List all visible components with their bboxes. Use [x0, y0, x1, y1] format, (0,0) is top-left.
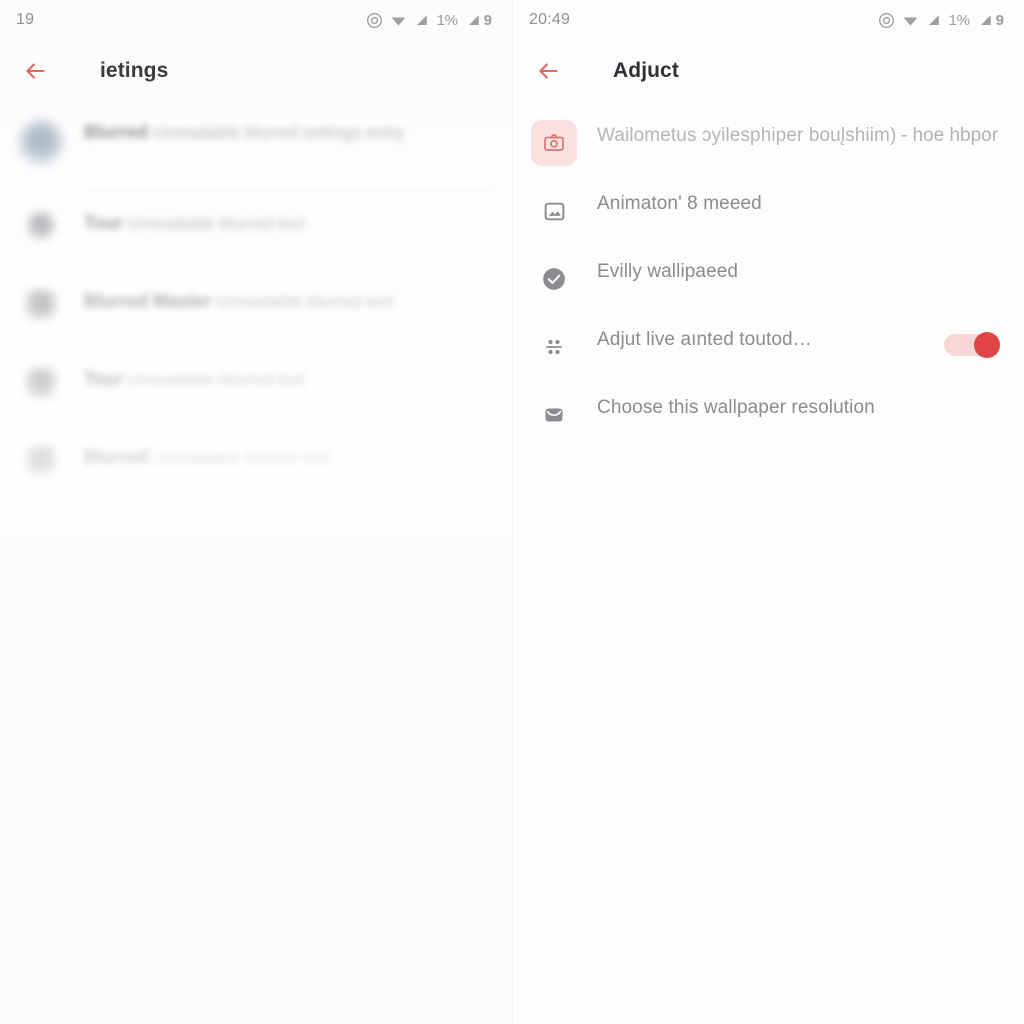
blurred-round-icon: [26, 211, 56, 241]
list-item-subtitle: Unreadable blurred settings entry: [152, 123, 404, 142]
camera-icon: [531, 120, 577, 166]
signal-alt-icon: [980, 14, 991, 25]
list-item-title: Animaton' 8 meeed: [597, 193, 762, 214]
list-item-body: Wailometus ɔyilesphiper boul̨shiim) - ho…: [597, 120, 1006, 148]
list-item-body: Choose this wallpaper resolution: [597, 392, 1006, 420]
list-item-title: Wailometus ɔyilesphiper boul̨shiim): [597, 125, 897, 146]
wallpaper-settings-list: Wailometus ɔyilesphiper boul̨shiim) - ho…: [513, 102, 1024, 450]
list-item-subtitle: Unreadable blurred text: [127, 214, 305, 233]
status-trailing-number: 9: [995, 11, 1004, 29]
blurred-square-icon: [25, 445, 57, 477]
status-icon-group: 1% 9: [366, 12, 492, 29]
status-icon-group: 1% 9: [878, 12, 1004, 29]
left-app-bar: ietings: [0, 40, 512, 102]
signal-icon: [928, 14, 939, 25]
list-item[interactable]: Blurred Unreadable blurred text: [0, 431, 512, 509]
list-item[interactable]: Tour Unreadable blurred text: [0, 197, 512, 275]
blurred-square-icon: [25, 289, 57, 321]
list-item[interactable]: Tour Unreadable blurred text: [0, 353, 512, 431]
list-item-live-adjust[interactable]: Adjut live aınted toutod…: [513, 314, 1024, 382]
list-item-animation[interactable]: Animaton' 8 meeed: [513, 178, 1024, 246]
list-item-subtitle: - hoe hbpor: [900, 125, 999, 146]
avatar-icon: [18, 120, 64, 166]
list-item-apply-wallpaper[interactable]: Evilly wallipaeed: [513, 246, 1024, 314]
list-item-body: Adjut live aınted toutod…: [597, 324, 944, 352]
right-app-bar: Adjuct: [513, 40, 1024, 102]
live-adjust-toggle[interactable]: [944, 332, 1000, 358]
list-item-body: Tour Unreadable blurred text: [84, 367, 494, 392]
list-item-title: Blurred: [84, 447, 149, 467]
toggle-knob: [974, 332, 1000, 358]
list-item[interactable]: Blurred Unreadable blurred settings entr…: [0, 106, 512, 184]
dual-screenshot-container: 19 1% 9 ietings Blurred Unreadable blurr…: [0, 0, 1024, 1024]
page-title: Adjuct: [613, 59, 679, 82]
status-clock: 19: [16, 11, 35, 28]
grid-dots-icon: [531, 324, 577, 370]
image-outline-icon: [531, 188, 577, 234]
back-button[interactable]: [531, 54, 565, 88]
list-item-subtitle: Unreadable blurred text: [127, 370, 305, 389]
page-title: ietings: [100, 59, 169, 82]
list-item-body: Evilly wallipaeed: [597, 256, 1006, 284]
battery-label: 1%: [436, 11, 458, 29]
back-button[interactable]: [18, 54, 52, 88]
left-status-bar: 19 1% 9: [0, 0, 512, 40]
check-circle-icon: [531, 256, 577, 302]
list-divider: [84, 190, 494, 191]
battery-label: 1%: [948, 11, 970, 29]
right-phone-screen: 20:49 1% 9 Adjuct Wailometus ɔyilesphipe…: [512, 0, 1024, 1024]
arrow-left-icon: [539, 63, 558, 79]
wifi-icon: [391, 17, 405, 26]
list-item-title: Blurred Master: [84, 291, 212, 311]
status-trailing-number: 9: [483, 11, 492, 29]
mail-icon: [531, 392, 577, 438]
list-item-subtitle: Unreadable blurred text: [152, 448, 331, 467]
left-phone-screen: 19 1% 9 ietings Blurred Unreadable blurr…: [0, 0, 512, 1024]
left-settings-list: Blurred Unreadable blurred settings entr…: [0, 102, 512, 509]
list-item-body: Blurred Unreadable blurred settings entr…: [84, 120, 494, 145]
list-item-wallpaper-resolution[interactable]: Choose this wallpaper resolution: [513, 382, 1024, 450]
list-item-body: Animaton' 8 meeed: [597, 188, 1006, 216]
right-status-bar: 20:49 1% 9: [513, 0, 1024, 40]
list-item-title: Adjut live aınted toutod…: [597, 329, 812, 350]
target-icon: [366, 12, 382, 28]
target-icon: [878, 12, 894, 28]
list-item-body: Blurred Unreadable blurred text: [84, 445, 494, 470]
list-item-body: Blurred Master Unreadable blurred text: [84, 289, 494, 314]
list-item-title: Evilly wallipaeed: [597, 261, 739, 282]
list-item-body: Tour Unreadable blurred text: [84, 211, 494, 236]
list-item[interactable]: Blurred Master Unreadable blurred text: [0, 275, 512, 353]
list-item-wallpaper-source[interactable]: Wailometus ɔyilesphiper boul̨shiim) - ho…: [513, 110, 1024, 178]
signal-icon: [416, 14, 427, 25]
blurred-square-icon: [25, 367, 57, 399]
signal-alt-icon: [468, 14, 479, 25]
list-item-subtitle: Unreadable blurred text: [215, 292, 394, 311]
wifi-icon: [903, 17, 917, 26]
arrow-left-icon: [26, 63, 45, 79]
list-item-title: Choose this wallpaper resolution: [597, 397, 875, 418]
list-item-title: Blurred: [84, 122, 149, 142]
list-item-title: Tour: [84, 213, 123, 233]
list-item-title: Tour: [84, 369, 123, 389]
status-clock: 20:49: [529, 11, 571, 28]
